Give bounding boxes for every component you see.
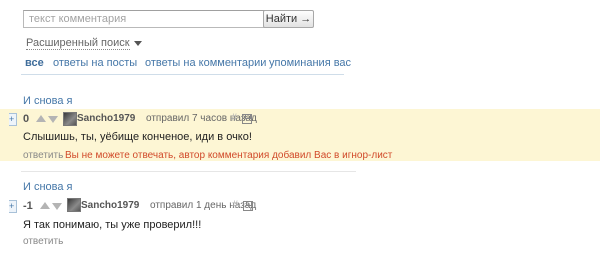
ignore-list-warning: Вы не можете отвечать, автор комментария… (65, 150, 393, 161)
search-button[interactable]: Найти → (263, 10, 314, 28)
reply-link[interactable]: ответить (23, 236, 63, 247)
search-input[interactable] (23, 10, 268, 28)
tabs-divider (21, 74, 344, 75)
vote-up-icon[interactable] (36, 115, 46, 122)
comment-permalink[interactable]: # (232, 199, 238, 211)
tab-comment-replies[interactable]: ответы на комментарии (145, 57, 266, 69)
chevron-down-icon (133, 41, 142, 46)
save-icon[interactable] (242, 114, 252, 124)
advanced-search-label: Расширенный поиск (26, 37, 130, 50)
comment-meta: отправил 1 день назад (150, 200, 257, 211)
comment-divider (21, 171, 356, 172)
post-link[interactable]: И снова я (23, 181, 73, 193)
advanced-search-toggle[interactable]: Расширенный поиск (26, 37, 142, 50)
comment-permalink[interactable]: # (231, 112, 237, 124)
tab-post-replies[interactable]: ответы на посты (53, 57, 137, 69)
comment-author[interactable]: Sancho1979 (77, 113, 135, 124)
tab-mentions[interactable]: упоминания вас (269, 57, 351, 69)
comment-text: Слышишь, ты, уёбище конченое, иди в очко… (23, 131, 252, 143)
reply-link[interactable]: ответить (23, 150, 63, 161)
vote-down-icon[interactable] (52, 203, 62, 210)
avatar[interactable] (67, 198, 81, 212)
expand-icon[interactable]: + (9, 200, 17, 213)
tab-all[interactable]: все (25, 57, 44, 69)
avatar[interactable] (63, 112, 77, 126)
comment-author[interactable]: Sancho1979 (81, 200, 139, 211)
vote-up-icon[interactable] (40, 202, 50, 209)
post-link[interactable]: И снова я (23, 95, 73, 107)
vote-down-icon[interactable] (48, 116, 58, 123)
expand-icon[interactable]: + (9, 113, 17, 126)
comment-meta: отправил 7 часов назад (146, 113, 257, 124)
comment-text: Я так понимаю, ты уже проверил!!! (23, 219, 202, 231)
save-icon[interactable] (243, 201, 253, 211)
comment-rating: -1 (23, 200, 33, 212)
comment-rating: 0 (23, 113, 30, 125)
